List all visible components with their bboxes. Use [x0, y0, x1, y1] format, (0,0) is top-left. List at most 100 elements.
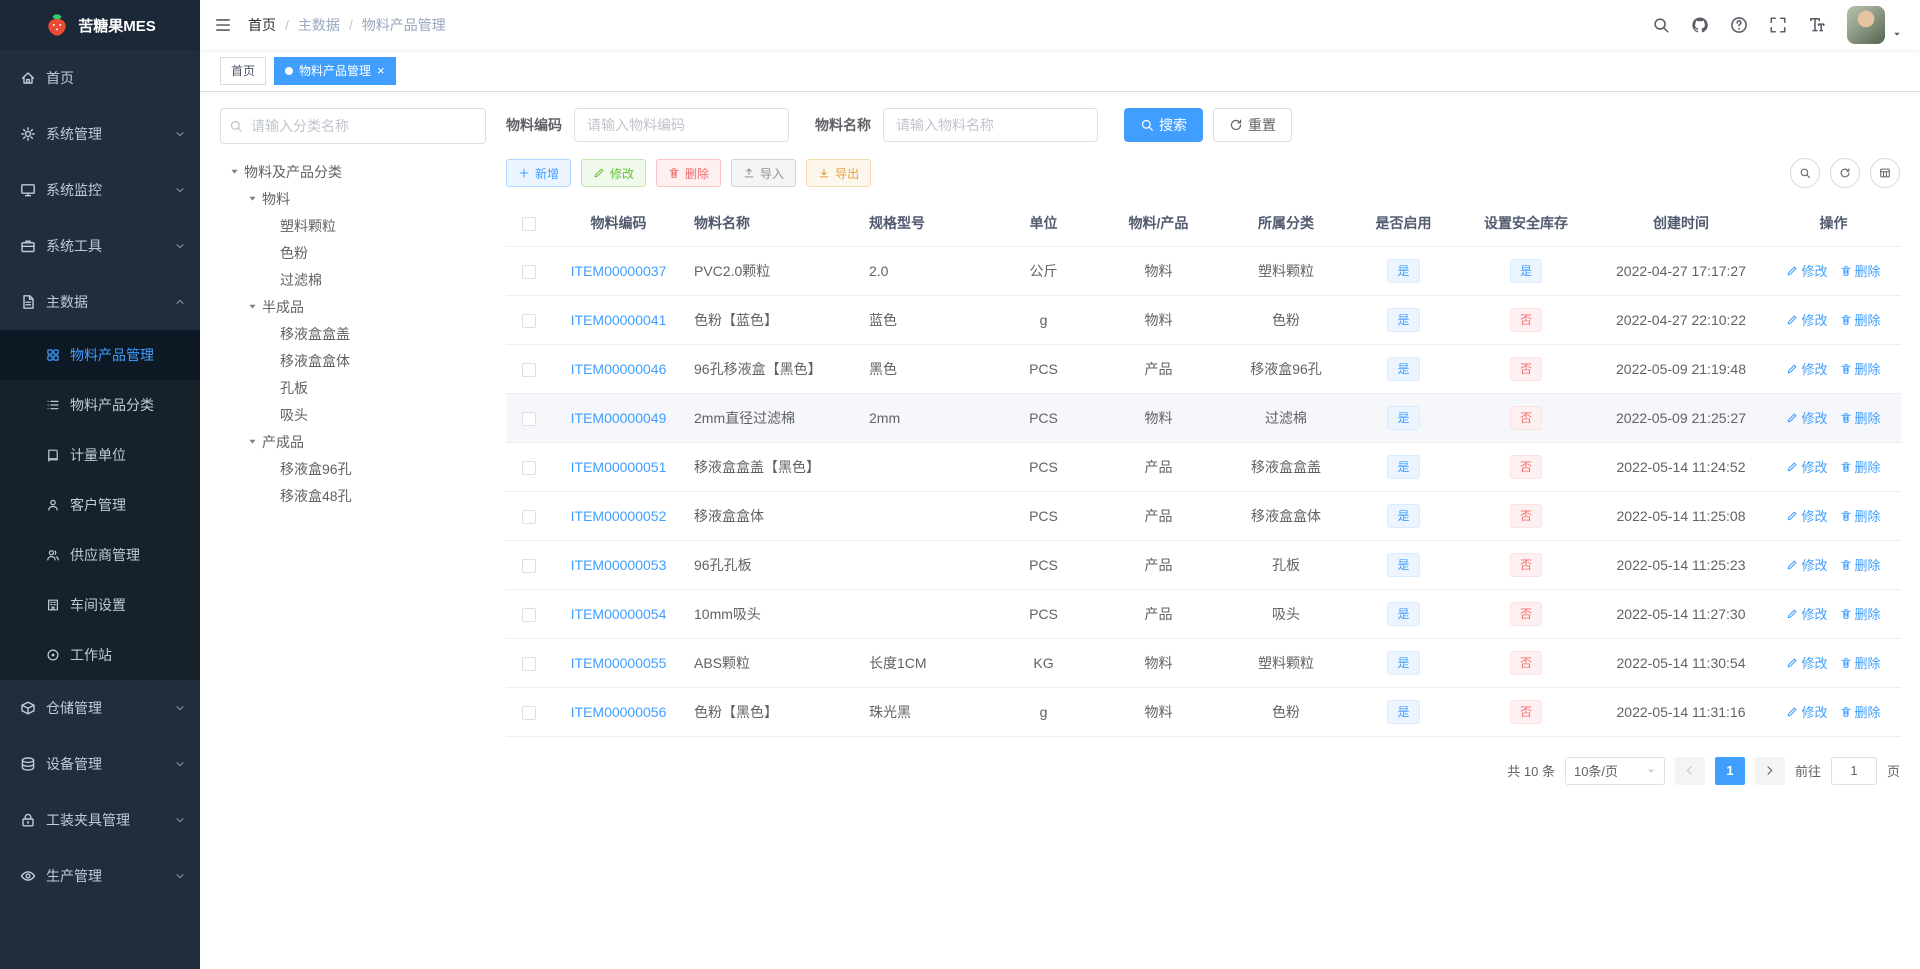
sidebar-item-system-tools[interactable]: 系统工具	[0, 218, 200, 274]
hamburger-icon[interactable]	[214, 16, 232, 34]
tab-material-product-management[interactable]: 物料产品管理 ×	[274, 56, 396, 85]
goto-page-input[interactable]	[1830, 756, 1877, 785]
breadcrumb-item[interactable]: 首页	[248, 15, 276, 35]
enabled-tag[interactable]: 是	[1387, 405, 1420, 430]
sidebar-item-workstation[interactable]: 工作站	[0, 630, 200, 680]
next-page-button[interactable]	[1754, 756, 1785, 785]
enabled-tag[interactable]: 是	[1387, 503, 1420, 528]
edit-link[interactable]: 修改	[1786, 702, 1828, 721]
tree-node[interactable]: 物料及产品分类	[220, 158, 486, 185]
enabled-tag[interactable]: 是	[1387, 454, 1420, 479]
edit-link[interactable]: 修改	[1786, 310, 1828, 329]
material-code-link[interactable]: ITEM00000053	[571, 557, 667, 573]
edit-link[interactable]: 修改	[1786, 457, 1828, 476]
caret-right-icon[interactable]	[242, 436, 262, 447]
prev-page-button[interactable]	[1674, 756, 1705, 785]
search-button[interactable]: 搜索	[1124, 108, 1203, 142]
row-checkbox[interactable]	[521, 362, 536, 377]
tree-node[interactable]: 吸头	[220, 401, 486, 428]
enabled-tag[interactable]: 是	[1387, 552, 1420, 577]
tree-node[interactable]: 移液盒盒盖	[220, 320, 486, 347]
caret-right-icon[interactable]	[242, 301, 262, 312]
row-checkbox[interactable]	[521, 656, 536, 671]
tree-node[interactable]: 塑料颗粒	[220, 212, 486, 239]
row-checkbox[interactable]	[521, 558, 536, 573]
tree-node[interactable]: 半成品	[220, 293, 486, 320]
caret-right-icon[interactable]	[242, 193, 262, 204]
import-button[interactable]: 导入	[731, 159, 797, 187]
sidebar-item-material-product-management[interactable]: 物料产品管理	[0, 330, 200, 380]
row-checkbox[interactable]	[521, 705, 536, 720]
edit-link[interactable]: 修改	[1786, 604, 1828, 623]
question-icon[interactable]	[1730, 16, 1748, 34]
tree-node[interactable]: 物料	[220, 185, 486, 212]
material-code-link[interactable]: ITEM00000056	[571, 704, 667, 720]
tree-node[interactable]: 孔板	[220, 374, 486, 401]
sidebar-item-fixture-management[interactable]: 工装夹具管理	[0, 792, 200, 848]
sidebar-item-production-management[interactable]: 生产管理	[0, 848, 200, 904]
tree-node[interactable]: 过滤棉	[220, 266, 486, 293]
tree-node[interactable]: 产成品	[220, 428, 486, 455]
material-code-link[interactable]: ITEM00000055	[571, 655, 667, 671]
enabled-tag[interactable]: 是	[1387, 699, 1420, 724]
delete-link[interactable]: 删除	[1840, 702, 1881, 721]
sidebar-item-equipment-management[interactable]: 设备管理	[0, 736, 200, 792]
app-logo[interactable]: 苦糖果MES	[0, 0, 200, 50]
tab-close-icon[interactable]: ×	[377, 64, 385, 77]
sidebar-item-home[interactable]: 首页	[0, 50, 200, 106]
delete-link[interactable]: 删除	[1840, 604, 1881, 623]
material-name-input[interactable]	[883, 108, 1098, 142]
page-number-button[interactable]: 1	[1714, 756, 1745, 785]
material-code-input[interactable]	[574, 108, 789, 142]
tree-node[interactable]: 移液盒48孔	[220, 482, 486, 509]
row-checkbox[interactable]	[521, 460, 536, 475]
material-code-link[interactable]: ITEM00000037	[571, 263, 667, 279]
edit-link[interactable]: 修改	[1786, 408, 1828, 427]
edit-link[interactable]: 修改	[1786, 555, 1828, 574]
material-code-link[interactable]: ITEM00000051	[571, 459, 667, 475]
safety-stock-tag[interactable]: 否	[1509, 699, 1542, 724]
sidebar-item-customer-management[interactable]: 客户管理	[0, 480, 200, 530]
sidebar-item-supplier-management[interactable]: 供应商管理	[0, 530, 200, 580]
page-size-select[interactable]: 10条/页	[1564, 756, 1665, 785]
add-button[interactable]: 新增	[506, 159, 572, 187]
reset-button[interactable]: 重置	[1213, 108, 1292, 142]
row-checkbox[interactable]	[521, 509, 536, 524]
safety-stock-tag[interactable]: 否	[1509, 405, 1542, 430]
table-columns-button[interactable]	[1870, 158, 1900, 188]
caret-right-icon[interactable]	[224, 166, 244, 177]
delete-button[interactable]: 删除	[656, 159, 722, 187]
enabled-tag[interactable]: 是	[1387, 601, 1420, 626]
tree-node[interactable]: 移液盒96孔	[220, 455, 486, 482]
github-icon[interactable]	[1691, 16, 1709, 34]
material-code-link[interactable]: ITEM00000041	[571, 312, 667, 328]
safety-stock-tag[interactable]: 否	[1509, 307, 1542, 332]
sidebar-item-measurement-unit[interactable]: 计量单位	[0, 430, 200, 480]
category-search-input[interactable]	[220, 108, 486, 144]
sidebar-item-system-management[interactable]: 系统管理	[0, 106, 200, 162]
edit-link[interactable]: 修改	[1786, 653, 1828, 672]
table-refresh-button[interactable]	[1830, 158, 1860, 188]
edit-link[interactable]: 修改	[1786, 261, 1828, 280]
select-all-checkbox[interactable]	[521, 216, 536, 231]
material-code-link[interactable]: ITEM00000049	[571, 410, 667, 426]
safety-stock-tag[interactable]: 否	[1509, 650, 1542, 675]
delete-link[interactable]: 删除	[1840, 555, 1881, 574]
delete-link[interactable]: 删除	[1840, 506, 1881, 525]
sidebar-item-master-data[interactable]: 主数据	[0, 274, 200, 330]
export-button[interactable]: 导出	[806, 159, 872, 187]
delete-link[interactable]: 删除	[1840, 310, 1881, 329]
edit-link[interactable]: 修改	[1786, 359, 1828, 378]
caret-down-icon[interactable]	[1892, 29, 1902, 39]
delete-link[interactable]: 删除	[1840, 261, 1881, 280]
table-search-button[interactable]	[1790, 158, 1820, 188]
sidebar-item-workshop-settings[interactable]: 车间设置	[0, 580, 200, 630]
tree-node[interactable]: 移液盒盒体	[220, 347, 486, 374]
delete-link[interactable]: 删除	[1840, 457, 1881, 476]
breadcrumb-item[interactable]: 主数据	[298, 15, 340, 35]
sidebar-item-warehouse-management[interactable]: 仓储管理	[0, 680, 200, 736]
tree-node[interactable]: 色粉	[220, 239, 486, 266]
tab-home[interactable]: 首页	[220, 56, 267, 85]
delete-link[interactable]: 删除	[1840, 408, 1881, 427]
row-checkbox[interactable]	[521, 313, 536, 328]
